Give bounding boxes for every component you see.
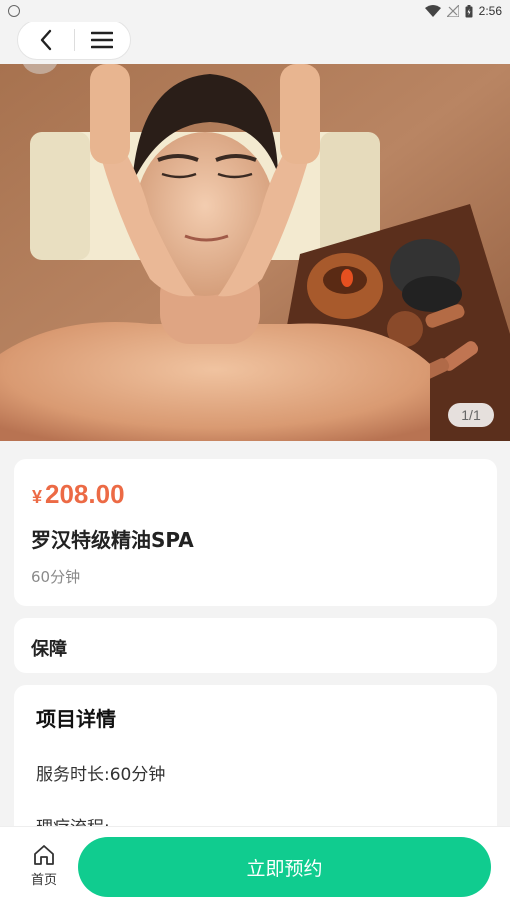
nav-capsule (17, 20, 131, 60)
app-notification-icon (8, 5, 20, 17)
back-button[interactable] (18, 21, 74, 59)
wifi-icon (424, 5, 441, 17)
product-info-card: ¥ 208.00 罗汉特级精油SPA 60分钟 (14, 459, 497, 606)
details-service-duration: 服务时长:60分钟 (36, 765, 166, 785)
spa-massage-photo (0, 64, 510, 441)
battery-icon (465, 4, 473, 17)
guarantee-label: 保障 (31, 639, 67, 660)
product-image-gallery[interactable]: 1/1 (0, 64, 510, 441)
status-time: 2:56 (478, 4, 502, 18)
status-left (8, 5, 20, 17)
guarantee-card[interactable]: 保障 (14, 618, 497, 673)
currency-symbol: ¥ (32, 487, 43, 507)
home-icon (34, 845, 54, 865)
home-label: 首页 (30, 873, 57, 888)
status-right: 2:56 (424, 4, 502, 18)
no-signal-icon (446, 5, 459, 17)
service-name: 罗汉特级精油SPA (31, 528, 194, 552)
details-title: 项目详情 (36, 707, 116, 731)
back-icon (40, 29, 51, 51)
book-now-button[interactable]: 立即预约 (78, 837, 491, 897)
bottom-action-bar: 首页 立即预约 (0, 826, 510, 906)
status-bar: 2:56 (0, 0, 510, 22)
image-counter: 1/1 (448, 403, 494, 427)
price: ¥ 208.00 (32, 479, 125, 510)
menu-icon (91, 31, 114, 49)
nav-bar (0, 20, 510, 64)
menu-button[interactable] (74, 21, 130, 59)
price-value: 208.00 (45, 479, 125, 509)
service-duration: 60分钟 (31, 568, 81, 586)
home-tab[interactable]: 首页 (22, 843, 66, 891)
